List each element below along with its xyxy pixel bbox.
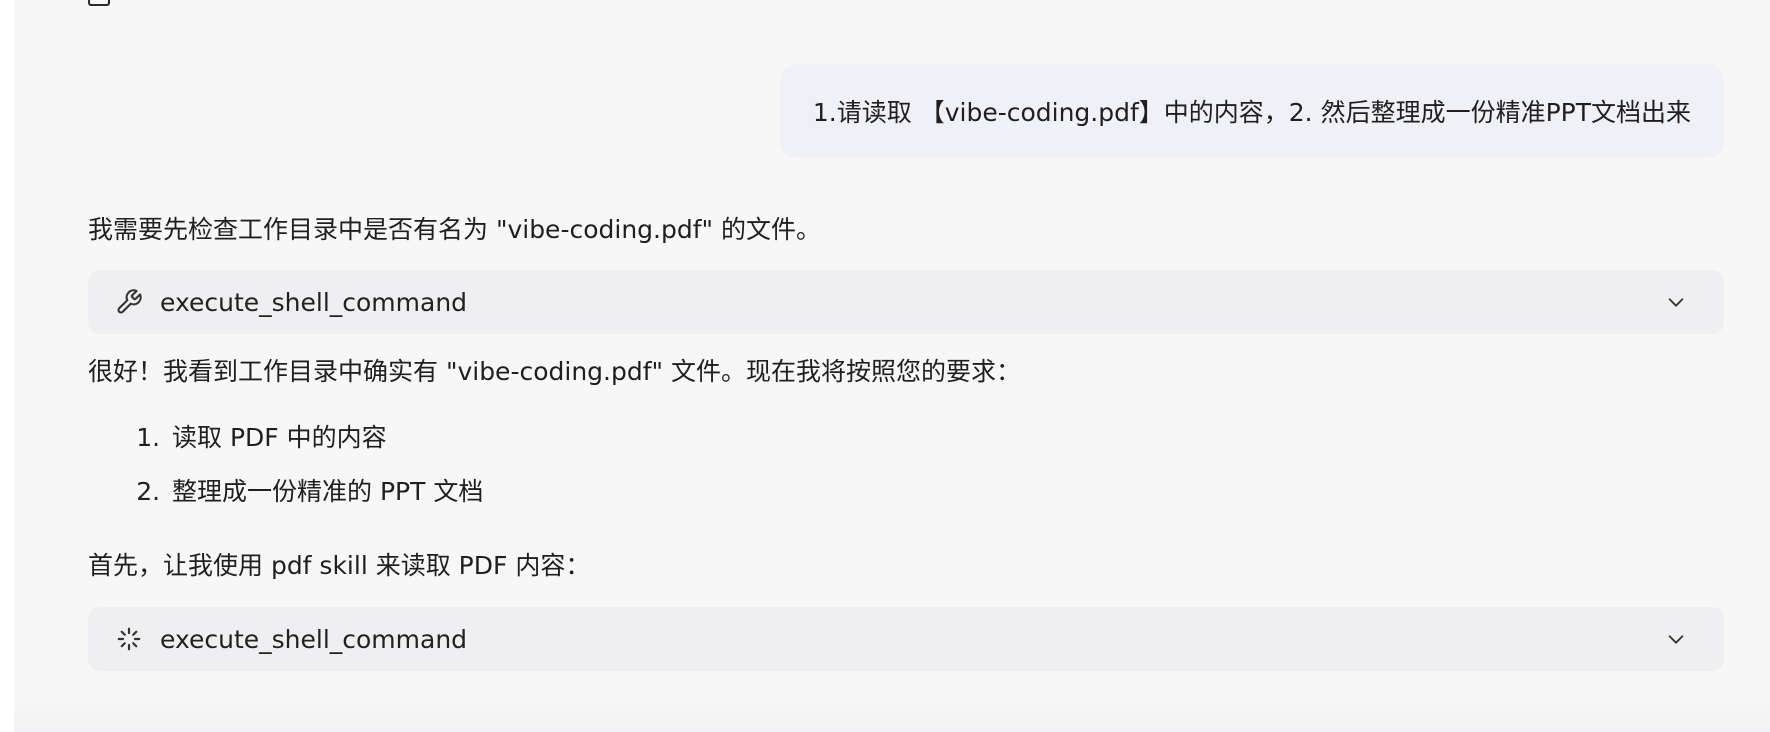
list-item: 整理成一份精准的 PPT 文档 bbox=[168, 474, 483, 510]
chevron-down-icon[interactable] bbox=[1662, 288, 1690, 316]
clipboard-icon bbox=[88, 0, 110, 6]
assistant-intro-text: 我需要先检查工作目录中是否有名为 "vibe-coding.pdf" 的文件。 bbox=[88, 215, 821, 244]
assistant-next-text: 首先，让我使用 pdf skill 来读取 PDF 内容： bbox=[88, 551, 591, 580]
loading-spinner-icon bbox=[114, 624, 144, 654]
tool-call-label: execute_shell_command bbox=[160, 624, 468, 654]
wrench-icon bbox=[114, 287, 144, 317]
tool-call-label: execute_shell_command bbox=[160, 287, 468, 317]
list-item: 读取 PDF 中的内容 bbox=[168, 420, 483, 456]
chevron-down-icon[interactable] bbox=[1662, 625, 1690, 653]
bottom-fade bbox=[14, 692, 1770, 732]
user-message-bubble: 1.请读取 【vibe-coding.pdf】中的内容，2. 然后整理成一份精准… bbox=[779, 64, 1724, 158]
step-list: 读取 PDF 中的内容 整理成一份精准的 PPT 文档 bbox=[88, 420, 483, 528]
tool-call-execute-shell-command-2[interactable]: execute_shell_command bbox=[88, 607, 1724, 671]
tool-call-execute-shell-command-1[interactable]: execute_shell_command bbox=[88, 270, 1724, 334]
user-message-text: 1.请读取 【vibe-coding.pdf】中的内容，2. 然后整理成一份精准… bbox=[812, 98, 1691, 127]
assistant-confirm-text: 很好！我看到工作目录中确实有 "vibe-coding.pdf" 文件。现在我将… bbox=[88, 357, 1021, 386]
